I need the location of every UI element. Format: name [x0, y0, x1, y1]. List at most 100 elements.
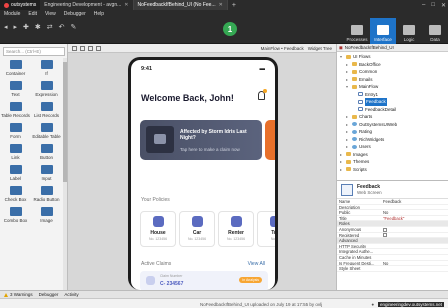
close-icon[interactable]: ✕: [124, 2, 128, 8]
property-checkbox[interactable]: [383, 227, 387, 232]
tab-interface[interactable]: Interface: [370, 18, 396, 44]
expand-toggle-icon[interactable]: ▸: [340, 151, 344, 159]
widget-input[interactable]: Input: [31, 165, 62, 181]
widget-expression[interactable]: Expression: [31, 81, 62, 97]
bell-icon[interactable]: [258, 89, 267, 100]
widget-table-records[interactable]: Table Records: [0, 102, 31, 118]
property-value[interactable]: Feedback: [383, 199, 448, 204]
tree-node-images[interactable]: ▸ Images: [337, 151, 448, 159]
tree-node-themes[interactable]: ▸ Themes: [337, 158, 448, 166]
tree-node-feedbackdetail[interactable]: FeedbackDetail: [337, 106, 448, 114]
tree-node-feedback[interactable]: Feedback: [337, 98, 448, 106]
expand-toggle-icon[interactable]: ▸: [346, 113, 350, 121]
tree-node-emails[interactable]: ▸ Emails: [337, 76, 448, 84]
property-value[interactable]: [383, 249, 448, 254]
user-icon[interactable]: ●: [371, 302, 374, 307]
tree-node-common[interactable]: ▸ Common: [337, 68, 448, 76]
tab-debugger[interactable]: Debugger: [39, 292, 59, 297]
property-value[interactable]: No: [383, 210, 448, 215]
tab-logic[interactable]: Logic: [396, 18, 422, 44]
expand-toggle-icon[interactable]: ▸: [346, 128, 350, 136]
property-checkbox[interactable]: [383, 233, 387, 238]
widget-combo-box[interactable]: Combo Box: [0, 207, 31, 223]
tree-node-scripts[interactable]: ▸ Scripts: [337, 166, 448, 174]
publish-icon[interactable]: ✚: [23, 23, 29, 31]
property-value[interactable]: [383, 255, 448, 260]
property-value[interactable]: No: [383, 261, 448, 266]
expand-toggle-icon[interactable]: ▸: [346, 61, 350, 69]
undo-icon[interactable]: ↶: [59, 23, 65, 31]
policy-card-tra[interactable]: TraNo. 1: [257, 211, 275, 247]
claim-card[interactable]: Claim Number C- 234567 In Analysis: [140, 271, 268, 290]
widget-button[interactable]: Button: [31, 144, 62, 160]
widget-list-records[interactable]: List Records: [31, 102, 62, 118]
menu-module[interactable]: Module: [4, 11, 20, 17]
widget-tree-button[interactable]: Widget Tree: [308, 46, 332, 51]
grid-icon[interactable]: [96, 45, 101, 51]
environment-label[interactable]: engineeringdev.outsystems.net: [378, 302, 444, 307]
tree-node-ui-flows[interactable]: ▾ UI Flows: [337, 53, 448, 61]
expand-toggle-icon[interactable]: ▾: [340, 53, 344, 61]
expand-toggle-icon[interactable]: ▸: [346, 136, 350, 144]
expand-toggle-icon[interactable]: ▸: [346, 143, 350, 151]
property-value[interactable]: [383, 244, 448, 249]
policy-card-car[interactable]: Car No. 123456: [179, 211, 215, 247]
widget-label[interactable]: Label: [0, 165, 31, 181]
expand-toggle-icon[interactable]: ▸: [346, 68, 350, 76]
next-card-peek[interactable]: [265, 120, 275, 160]
widget-form[interactable]: Form: [0, 123, 31, 139]
brush-icon[interactable]: ✎: [71, 23, 77, 31]
module-tab[interactable]: ◼ NoFeedbackIfBehind_UI: [337, 44, 448, 52]
tree-node-entry1[interactable]: Entry1: [337, 91, 448, 99]
toolbox-scrollbar[interactable]: [63, 58, 67, 290]
expand-toggle-icon[interactable]: ▸: [340, 166, 344, 174]
menu-view[interactable]: View: [45, 11, 56, 17]
breadcrumb[interactable]: MainFlow • Feedback: [261, 46, 304, 51]
expand-toggle-icon[interactable]: ▾: [346, 83, 350, 91]
tab-data[interactable]: Data: [422, 18, 448, 44]
tree-node-backoffice[interactable]: ▸ BackOffice: [337, 61, 448, 69]
compare-icon[interactable]: ⇄: [47, 23, 53, 31]
desktop-icon[interactable]: [88, 45, 93, 51]
tree-node-mainflow[interactable]: ▾ MainFlow: [337, 83, 448, 91]
tree-node-rating[interactable]: ▸ Rating: [337, 128, 448, 136]
widget-editable-table[interactable]: Editable Table: [31, 123, 62, 139]
tab-warnings[interactable]: 3 Warnings: [4, 292, 33, 297]
close-icon[interactable]: ✕: [219, 2, 223, 8]
tab-module[interactable]: NoFeedbackIfBehind_UI (No Fee... ✕: [133, 0, 228, 10]
device-icon[interactable]: [72, 45, 77, 51]
minimize-icon[interactable]: –: [422, 2, 425, 8]
property-style-sheet[interactable]: Style Sheet: [337, 266, 448, 272]
property-value[interactable]: [383, 238, 448, 243]
policy-card-house[interactable]: House No. 123456: [140, 211, 176, 247]
forward-icon[interactable]: ▸: [14, 23, 18, 31]
expand-toggle-icon[interactable]: ▸: [346, 121, 350, 129]
tablet-icon[interactable]: [80, 45, 85, 51]
toolbox-search-input[interactable]: Search... (Ctrl+E): [3, 47, 65, 56]
widget-container[interactable]: Container: [0, 60, 31, 76]
expand-toggle-icon[interactable]: ▸: [340, 158, 344, 166]
policy-card-renter[interactable]: Renter No. 123456: [218, 211, 254, 247]
widget-text[interactable]: Text: [0, 81, 31, 97]
close-window-icon[interactable]: ✕: [441, 2, 446, 9]
maximize-icon[interactable]: □: [431, 2, 435, 8]
widget-image[interactable]: Image: [31, 207, 62, 223]
widget-radio-button[interactable]: Radio Button: [31, 186, 62, 202]
tab-activity[interactable]: Activity: [64, 292, 78, 297]
widget-check-box[interactable]: Check Box: [0, 186, 31, 202]
tab-processes[interactable]: Processes: [344, 18, 370, 44]
tree-node-richwidgets[interactable]: ▸ RichWidgets: [337, 136, 448, 144]
tree-node-charts[interactable]: ▸ Charts: [337, 113, 448, 121]
view-all-link[interactable]: View All: [248, 261, 265, 267]
widget-if[interactable]: If: [31, 60, 62, 76]
back-icon[interactable]: ◂: [4, 23, 8, 31]
widget-link[interactable]: Link: [0, 144, 31, 160]
property-value[interactable]: [383, 266, 448, 271]
expand-toggle-icon[interactable]: ▸: [346, 76, 350, 84]
menu-edit[interactable]: Edit: [28, 11, 37, 17]
tree-node-outsystemsuiweb[interactable]: ▸ OutSystemsUIWeb: [337, 121, 448, 129]
property-value[interactable]: "Feedback": [383, 216, 448, 221]
new-tab-icon[interactable]: +: [228, 2, 240, 9]
greeting-title[interactable]: Welcome Back, John!: [141, 93, 234, 103]
property-value[interactable]: [383, 221, 448, 226]
